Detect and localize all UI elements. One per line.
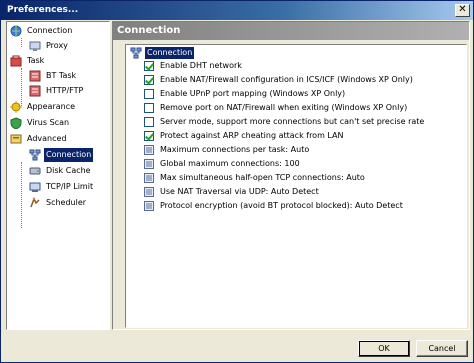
tree-label: Connection	[27, 26, 73, 35]
option-label: Enable NAT/Firewall configuration in ICS…	[160, 75, 413, 84]
tree-label: HTTP/FTP	[46, 86, 84, 95]
tree-item-task[interactable]: Task	[10, 54, 46, 68]
option-server-mode[interactable]: Server mode, support more connections bu…	[144, 116, 424, 128]
list-option-icon	[144, 145, 154, 155]
option-enable-dht[interactable]: Enable DHT network	[144, 60, 242, 72]
close-icon: ✕	[458, 4, 467, 15]
option-label: Use NAT Traversal via UDP: Auto Detect	[160, 187, 319, 196]
tree-item-disk-cache[interactable]: Disk Cache	[29, 164, 93, 178]
option-remove-port[interactable]: Remove port on NAT/Firewall when exiting…	[144, 102, 407, 114]
option-arp-protection[interactable]: Protect against ARP cheating attack from…	[144, 130, 344, 142]
list-option-icon	[144, 173, 154, 183]
checkbox[interactable]	[144, 75, 154, 85]
ok-button[interactable]: OK	[358, 340, 410, 357]
tree-label: Connection	[44, 148, 94, 162]
network-icon	[29, 149, 41, 161]
option-label: Enable UPnP port mapping (Windows XP Onl…	[160, 89, 346, 98]
option-label: Protect against ARP cheating attack from…	[160, 131, 344, 140]
options-root-label: Connection	[145, 47, 195, 59]
option-label: Max simultaneous half-open TCP connectio…	[160, 173, 365, 182]
option-protocol-encryption[interactable]: Protocol encryption (avoid BT protocol b…	[144, 200, 403, 212]
tree-connector	[21, 38, 22, 47]
option-label: Enable DHT network	[160, 61, 242, 70]
tree-item-connection[interactable]: Connection	[10, 24, 74, 38]
title-bar: Preferences... ✕	[1, 1, 473, 20]
option-enable-upnp[interactable]: Enable UPnP port mapping (Windows XP Onl…	[144, 88, 345, 100]
option-label: Server mode, support more connections bu…	[160, 117, 425, 126]
tree-label: TCP/IP Limit	[46, 182, 94, 191]
tree-label: Appearance	[27, 102, 76, 111]
tree-item-bt-task[interactable]: BT Task	[29, 69, 78, 83]
http-ftp-icon	[29, 85, 41, 97]
options-root[interactable]: Connection	[130, 47, 195, 59]
list-option-icon	[144, 187, 154, 197]
tree-label: Task	[27, 56, 45, 65]
panel-header: Connection	[113, 22, 469, 40]
checkbox[interactable]	[144, 117, 154, 127]
proxy-icon	[29, 40, 41, 52]
connection-icon	[10, 25, 22, 37]
window-title: Preferences...	[7, 5, 79, 15]
tcpip-icon	[29, 181, 41, 193]
tree-label: Disk Cache	[46, 166, 91, 175]
options-tree: Connection Enable DHT network Enable NAT…	[125, 44, 467, 328]
tree-item-scheduler[interactable]: Scheduler	[29, 196, 88, 210]
close-button[interactable]: ✕	[455, 4, 470, 17]
option-max-connections-per-task[interactable]: Maximum connections per task: Auto	[144, 144, 309, 156]
option-enable-nat-firewall[interactable]: Enable NAT/Firewall configuration in ICS…	[144, 74, 413, 86]
option-label: Remove port on NAT/Firewall when exiting…	[160, 103, 408, 112]
tree-item-tcpip-limit[interactable]: TCP/IP Limit	[29, 180, 95, 194]
tree-label: BT Task	[46, 71, 77, 80]
tree-item-advanced[interactable]: Advanced	[10, 132, 69, 146]
checkbox[interactable]	[144, 103, 154, 113]
network-icon	[130, 47, 142, 59]
tree-label: Scheduler	[46, 198, 87, 207]
tree-item-proxy[interactable]: Proxy	[29, 39, 70, 53]
tree-connector	[21, 162, 22, 228]
tree-item-advanced-connection[interactable]: Connection	[29, 148, 94, 162]
checkbox[interactable]	[144, 61, 154, 71]
list-option-icon	[144, 201, 154, 211]
checkbox[interactable]	[144, 89, 154, 99]
tree-label: Virus Scan	[27, 118, 70, 127]
preferences-window: Preferences... ✕ Connection Proxy Task B…	[0, 0, 474, 363]
tree-label: Advanced	[27, 134, 67, 143]
tree-label: Proxy	[46, 41, 68, 50]
bt-task-icon	[29, 70, 41, 82]
option-label: Maximum connections per task: Auto	[160, 145, 310, 154]
cancel-button[interactable]: Cancel	[416, 340, 468, 357]
advanced-icon	[10, 133, 22, 145]
disk-cache-icon	[29, 165, 41, 177]
tree-item-appearance[interactable]: Appearance	[10, 100, 77, 114]
list-option-icon	[144, 159, 154, 169]
option-nat-traversal[interactable]: Use NAT Traversal via UDP: Auto Detect	[144, 186, 319, 198]
checkbox[interactable]	[144, 131, 154, 141]
settings-panel: Connection Connection Enable DHT network…	[112, 21, 470, 330]
scheduler-icon	[29, 197, 41, 209]
tree-item-virus-scan[interactable]: Virus Scan	[10, 116, 71, 130]
category-tree: Connection Proxy Task BT Task HTTP/FTP A…	[6, 21, 110, 330]
tree-item-http-ftp[interactable]: HTTP/FTP	[29, 84, 85, 98]
option-half-open-tcp[interactable]: Max simultaneous half-open TCP connectio…	[144, 172, 365, 184]
virus-scan-icon	[10, 117, 22, 130]
appearance-icon	[10, 101, 22, 113]
task-icon	[10, 55, 22, 67]
option-label: Global maximum connections: 100	[160, 159, 300, 168]
option-global-max-connections[interactable]: Global maximum connections: 100	[144, 158, 300, 170]
option-label: Protocol encryption (avoid BT protocol b…	[160, 201, 403, 210]
